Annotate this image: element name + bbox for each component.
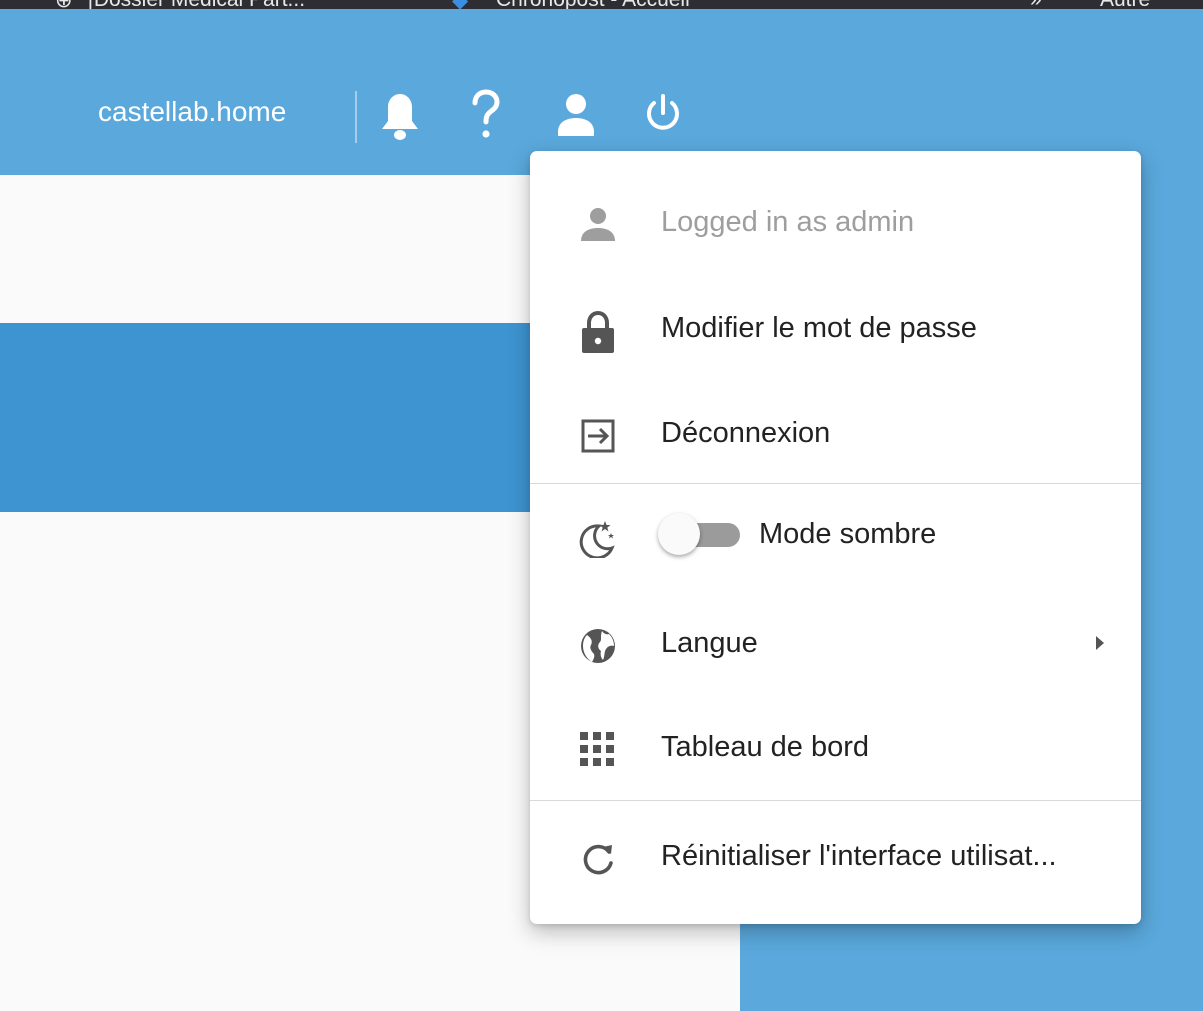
chronopost-bookmark-icon: ◆: [452, 0, 468, 9]
bell-icon[interactable]: [378, 91, 422, 148]
menu-divider: [530, 483, 1141, 484]
lock-icon: [578, 310, 618, 353]
globe-icon: [578, 626, 618, 666]
bookmark-folder-other[interactable]: Autre: [1100, 0, 1150, 9]
globe-bookmark-icon: ⊕: [55, 0, 73, 9]
menu-divider: [530, 800, 1141, 801]
header-divider: [355, 91, 357, 143]
moon-stars-icon: [578, 518, 618, 560]
user-icon[interactable]: [556, 92, 596, 143]
dark-mode-toggle[interactable]: [658, 513, 742, 557]
menu-item-dashboard[interactable]: Tableau de bord: [530, 698, 1141, 798]
person-icon: [578, 205, 618, 245]
grid-icon: [578, 730, 618, 770]
menu-item-dark-mode[interactable]: Mode sombre: [530, 486, 1141, 586]
help-icon[interactable]: [470, 89, 502, 148]
bookmark-chronopost[interactable]: Chronopost - Accueil: [496, 0, 690, 9]
bookmarks-bar: ⊕ [Dossier Médical Part... ◆ Chronopost …: [0, 0, 1203, 9]
logged-in-label: Logged in as admin: [661, 206, 915, 238]
toggle-knob: [658, 513, 700, 555]
reset-ui-label: Réinitialiser l'interface utilisat...: [661, 840, 1057, 872]
user-dropdown-menu: Logged in as admin Modifier le mot de pa…: [530, 151, 1141, 924]
menu-item-change-password[interactable]: Modifier le mot de passe: [530, 279, 1141, 379]
menu-item-logged-in: Logged in as admin: [530, 173, 1141, 273]
menu-item-logout[interactable]: Déconnexion: [530, 384, 1141, 484]
logout-label: Déconnexion: [661, 417, 831, 449]
menu-item-language[interactable]: Langue: [530, 594, 1141, 694]
logout-icon: [578, 416, 618, 456]
menu-item-reset-ui[interactable]: Réinitialiser l'interface utilisat...: [530, 807, 1141, 907]
submenu-arrow-icon: [1093, 632, 1107, 654]
change-password-label: Modifier le mot de passe: [661, 312, 977, 344]
refresh-icon: [578, 839, 618, 879]
language-label: Langue: [661, 627, 758, 659]
bookmark-dossier-medical[interactable]: [Dossier Médical Part...: [88, 0, 305, 9]
dashboard-label: Tableau de bord: [661, 731, 869, 763]
power-icon[interactable]: [642, 93, 684, 142]
bookmarks-overflow-icon[interactable]: »: [1030, 0, 1042, 9]
hostname-label: castellab.home: [98, 96, 287, 127]
dark-mode-label: Mode sombre: [759, 518, 937, 550]
